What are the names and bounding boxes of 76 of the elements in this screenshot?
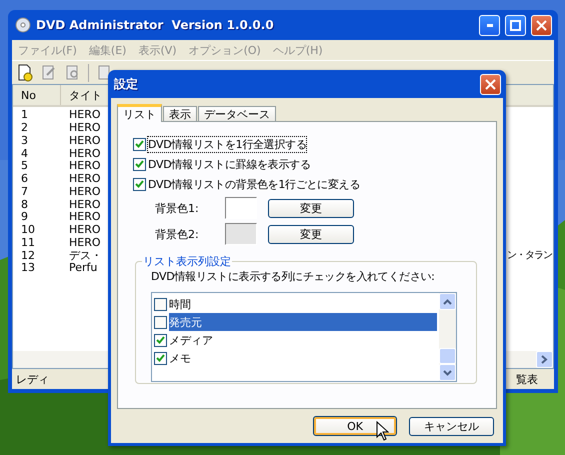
check-icon <box>156 354 165 362</box>
tab[interactable]: 表示 <box>163 106 197 122</box>
column-header[interactable]: No <box>13 85 61 105</box>
close-icon <box>536 20 547 30</box>
hint-text: DVD情報リストに表示する列にチェックを入れてください: <box>151 269 436 284</box>
change-button[interactable]: 変更 <box>268 198 354 218</box>
table-cell-text: 9 <box>20 211 29 224</box>
window-title: DVD Administrator Version 1.0.0.0 <box>36 18 274 32</box>
table-cell-text: 5 <box>20 160 29 172</box>
table-cell-text: 2 <box>20 122 29 134</box>
table-cell-text: HERO <box>68 134 101 147</box>
table-cell: ン・タラン <box>507 250 552 262</box>
check-icon <box>135 140 144 148</box>
table-cell-text: 12 <box>20 250 36 262</box>
checkbox[interactable] <box>154 352 167 364</box>
table-cell-text: HERO <box>68 148 101 160</box>
status-text: 覧表 <box>516 372 538 386</box>
cancel-button[interactable]: キャンセル <box>409 416 494 436</box>
table-cell-text: HERO <box>68 109 101 122</box>
checkbox[interactable] <box>154 298 167 310</box>
disc-icon <box>15 17 31 33</box>
minimize-icon <box>486 24 494 26</box>
check-icon <box>135 160 144 168</box>
list-item[interactable]: メモ <box>169 349 437 367</box>
checkbox-label: DVD情報リストの背景色を1行ごとに変える <box>148 176 360 192</box>
color-label: 背景色2: <box>155 226 200 242</box>
table-cell-text: 13 <box>20 262 36 274</box>
maximize-icon <box>510 20 521 30</box>
checkbox[interactable] <box>133 158 146 170</box>
table-cell-text: HERO <box>68 198 101 211</box>
tab[interactable]: データベース <box>198 106 276 122</box>
scroll-down-button[interactable] <box>439 364 456 381</box>
checkbox[interactable] <box>154 334 167 346</box>
checkbox[interactable] <box>133 178 146 190</box>
table-cell-text: HERO <box>68 173 101 186</box>
close-icon <box>485 78 496 90</box>
table-cell-text: 7 <box>20 186 29 198</box>
check-icon <box>135 180 144 188</box>
close-button[interactable] <box>480 74 501 94</box>
minimize-button[interactable] <box>479 14 500 36</box>
table-cell-text: HERO <box>68 211 101 224</box>
scroll-thumb[interactable] <box>439 348 456 364</box>
scroll-up-button[interactable] <box>439 293 456 310</box>
ok-button[interactable]: OK <box>313 416 397 436</box>
status-text: レディ <box>16 372 49 386</box>
list-item[interactable]: 時間 <box>169 295 437 313</box>
table-cell-text: 10 <box>20 224 36 236</box>
new-document-icon[interactable] <box>16 64 34 82</box>
table-cell-text: デス・ <box>68 250 101 262</box>
color-label: 背景色1: <box>155 200 200 216</box>
checkbox[interactable] <box>133 138 146 150</box>
checkbox-label: DVD情報リストに罫線を表示する <box>148 156 310 172</box>
table-cell-text: 8 <box>20 198 29 211</box>
table-cell-text: 1 <box>20 109 29 122</box>
table-cell-text: Perfu <box>68 262 98 274</box>
checkbox[interactable] <box>154 316 167 328</box>
table-cell-text: 3 <box>20 134 29 147</box>
table-cell-text: HERO <box>68 236 101 249</box>
scroll-right-button[interactable] <box>536 351 553 368</box>
table-cell-text: 4 <box>20 148 29 160</box>
checkbox-label: DVD情報リストを1行全選択する <box>148 136 306 152</box>
close-button[interactable] <box>531 14 552 36</box>
tab[interactable]: リスト <box>117 104 162 122</box>
table-cell-text: HERO <box>68 160 101 172</box>
group-legend: リスト表示列設定 <box>142 254 232 269</box>
table-cell-text: 11 <box>20 236 36 249</box>
list-item[interactable]: メディア <box>169 331 437 349</box>
pointer-cursor-icon <box>376 421 389 441</box>
table-cell-text: HERO <box>68 224 101 236</box>
table-cell-text: 6 <box>20 173 29 186</box>
check-icon <box>156 336 165 344</box>
maximize-button[interactable] <box>505 14 526 36</box>
change-button[interactable]: 変更 <box>268 224 354 244</box>
table-cell-text: HERO <box>68 186 101 198</box>
list-item[interactable]: 発売元 <box>169 313 437 331</box>
table-cell-text: HERO <box>68 122 101 134</box>
